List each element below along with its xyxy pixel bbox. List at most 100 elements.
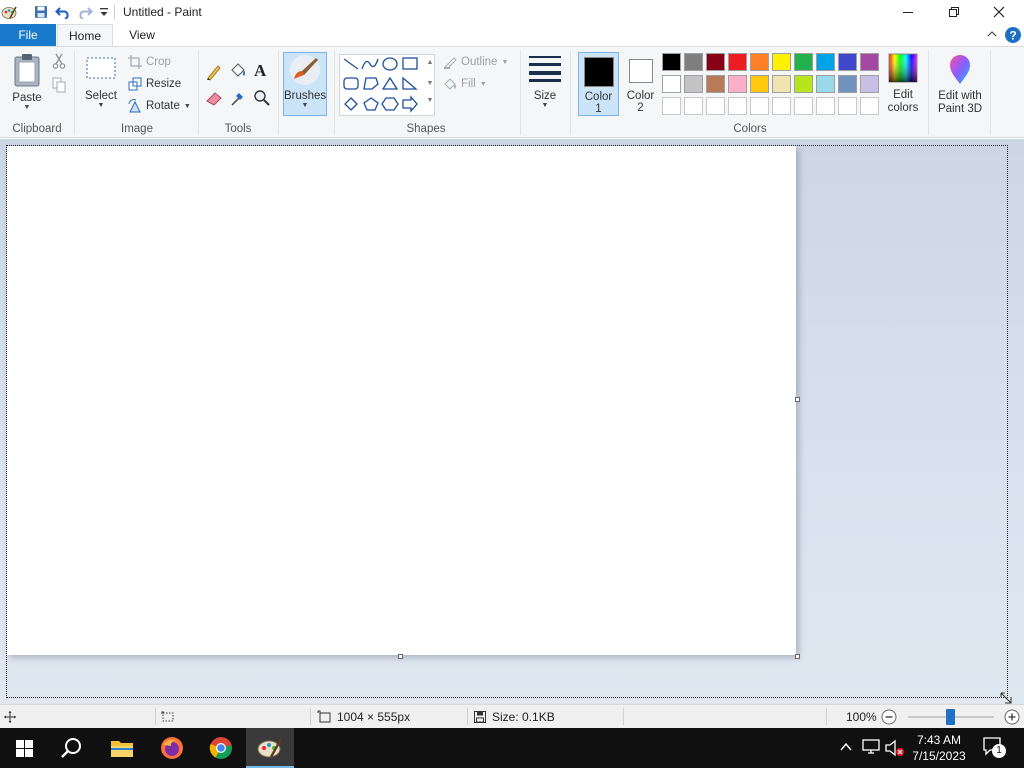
firefox-taskbar-icon[interactable] <box>148 728 196 768</box>
chrome-icon <box>209 737 232 759</box>
minimize-button[interactable] <box>885 0 931 24</box>
palette-swatch[interactable] <box>794 53 813 71</box>
palette-swatch[interactable] <box>794 75 813 93</box>
oval-shape-icon <box>382 57 398 71</box>
palette-swatch[interactable] <box>816 75 835 93</box>
palette-swatch[interactable] <box>750 53 769 71</box>
group-separator <box>990 51 991 135</box>
palette-swatch[interactable] <box>838 53 857 71</box>
taskbar-clock[interactable]: 7:43 AM 7/15/2023 <box>906 732 972 764</box>
zoom-out-icon[interactable] <box>881 709 897 728</box>
fill-bucket-icon[interactable] <box>229 62 247 83</box>
copy-icon[interactable] <box>52 77 66 96</box>
custom-color-slot[interactable] <box>750 97 769 115</box>
tab-file[interactable]: File <box>0 24 56 46</box>
paint-taskbar-icon[interactable] <box>246 728 294 768</box>
resize-button[interactable]: Resize <box>128 74 181 94</box>
palette-swatch[interactable] <box>706 53 725 71</box>
image-group-label: Image <box>121 123 153 135</box>
palette-swatch[interactable] <box>684 75 703 93</box>
custom-color-slot[interactable] <box>816 97 835 115</box>
search-button[interactable] <box>48 728 96 768</box>
edit-colors-label-line1: Edit <box>893 89 913 101</box>
size-button[interactable]: Size ▼ <box>525 53 565 115</box>
zoom-in-icon[interactable] <box>1004 709 1020 728</box>
color2-swatch <box>628 59 653 83</box>
custom-color-slot[interactable] <box>838 97 857 115</box>
custom-color-slot[interactable] <box>772 97 791 115</box>
palette-swatch[interactable] <box>684 53 703 71</box>
palette-swatch[interactable] <box>772 75 791 93</box>
chrome-taskbar-icon[interactable] <box>197 728 245 768</box>
palette-swatch[interactable] <box>662 75 681 93</box>
custom-color-slot[interactable] <box>706 97 725 115</box>
custom-color-slot[interactable] <box>662 97 681 115</box>
collapse-ribbon-icon[interactable] <box>986 28 998 43</box>
palette-swatch[interactable] <box>750 75 769 93</box>
maximize-button[interactable] <box>931 0 977 24</box>
paste-button[interactable]: Paste ▼ <box>6 53 48 115</box>
color2-button[interactable]: Color 2 <box>621 52 660 116</box>
tab-home[interactable]: Home <box>57 24 113 47</box>
clipboard-group-label: Clipboard <box>12 123 62 135</box>
brushes-button[interactable]: Brushes ▼ <box>283 52 327 116</box>
volume-muted-icon[interactable] <box>885 739 905 760</box>
palette-swatch[interactable] <box>772 53 791 71</box>
palette-swatch[interactable] <box>728 53 747 71</box>
magnifier-icon[interactable] <box>253 89 271 110</box>
show-hidden-icons-icon[interactable] <box>839 740 853 757</box>
fill-button[interactable]: Fill ▼ <box>443 74 487 94</box>
outline-button[interactable]: Outline ▼ <box>443 52 508 72</box>
file-explorer-taskbar-icon[interactable] <box>98 728 146 768</box>
paint-app-icon[interactable] <box>0 3 18 21</box>
file-size-value: Size: 0.1KB <box>492 709 555 724</box>
crop-button[interactable]: Crop <box>128 52 171 72</box>
fill-icon <box>444 78 456 90</box>
color1-button[interactable]: Color 1 <box>578 52 619 116</box>
paint3d-label-line2: Paint 3D <box>937 103 983 115</box>
rotate-button[interactable]: Rotate ▼ <box>128 96 191 116</box>
save-icon[interactable] <box>32 3 50 21</box>
palette-swatch[interactable] <box>706 75 725 93</box>
network-icon[interactable] <box>862 739 880 758</box>
paint3d-label-line1: Edit with <box>938 90 982 102</box>
palette-swatch[interactable] <box>838 75 857 93</box>
resize-handle-corner[interactable] <box>795 654 800 659</box>
custom-color-slot[interactable] <box>728 97 747 115</box>
palette-swatch[interactable] <box>860 53 879 71</box>
custom-color-slot[interactable] <box>794 97 813 115</box>
text-tool-icon[interactable]: A <box>254 61 266 81</box>
resize-handle-right[interactable] <box>795 397 800 402</box>
zoom-slider-thumb[interactable] <box>946 709 955 725</box>
shapes-scroll[interactable]: ▲ ▼ ▼ <box>425 55 435 115</box>
help-icon[interactable]: ? <box>1004 26 1022 44</box>
drawing-canvas[interactable] <box>7 146 796 655</box>
tab-view[interactable]: View <box>116 24 168 46</box>
color-picker-icon[interactable] <box>229 89 247 110</box>
scroll-up-icon[interactable]: ▲ <box>425 55 435 70</box>
expand-gallery-icon[interactable]: ▼ <box>425 93 435 108</box>
custom-color-slot[interactable] <box>860 97 879 115</box>
palette-swatch[interactable] <box>728 75 747 93</box>
palette-swatch[interactable] <box>816 53 835 71</box>
close-button[interactable] <box>976 0 1022 24</box>
eraser-icon[interactable] <box>205 89 223 110</box>
action-center-button[interactable]: 1 <box>982 736 1008 760</box>
paste-label: Paste <box>12 92 42 104</box>
scroll-down-icon[interactable]: ▼ <box>425 76 435 91</box>
image-dimensions-icon <box>317 710 331 723</box>
edit-with-paint3d-button[interactable]: Edit with Paint 3D <box>934 53 986 117</box>
redo-icon[interactable] <box>76 3 94 21</box>
pencil-icon[interactable] <box>205 63 223 84</box>
customize-quick-access-icon[interactable] <box>95 3 113 21</box>
select-button[interactable]: Select ▼ <box>80 55 122 115</box>
undo-icon[interactable] <box>54 3 72 21</box>
edit-colors-button[interactable]: Edit colors <box>882 53 924 117</box>
cut-icon[interactable] <box>52 53 66 72</box>
start-button[interactable] <box>0 728 48 768</box>
resize-handle-bottom[interactable] <box>398 654 403 659</box>
palette-swatch[interactable] <box>662 53 681 71</box>
palette-swatch[interactable] <box>860 75 879 93</box>
custom-color-slot[interactable] <box>684 97 703 115</box>
polygon-shape-icon <box>363 77 379 90</box>
